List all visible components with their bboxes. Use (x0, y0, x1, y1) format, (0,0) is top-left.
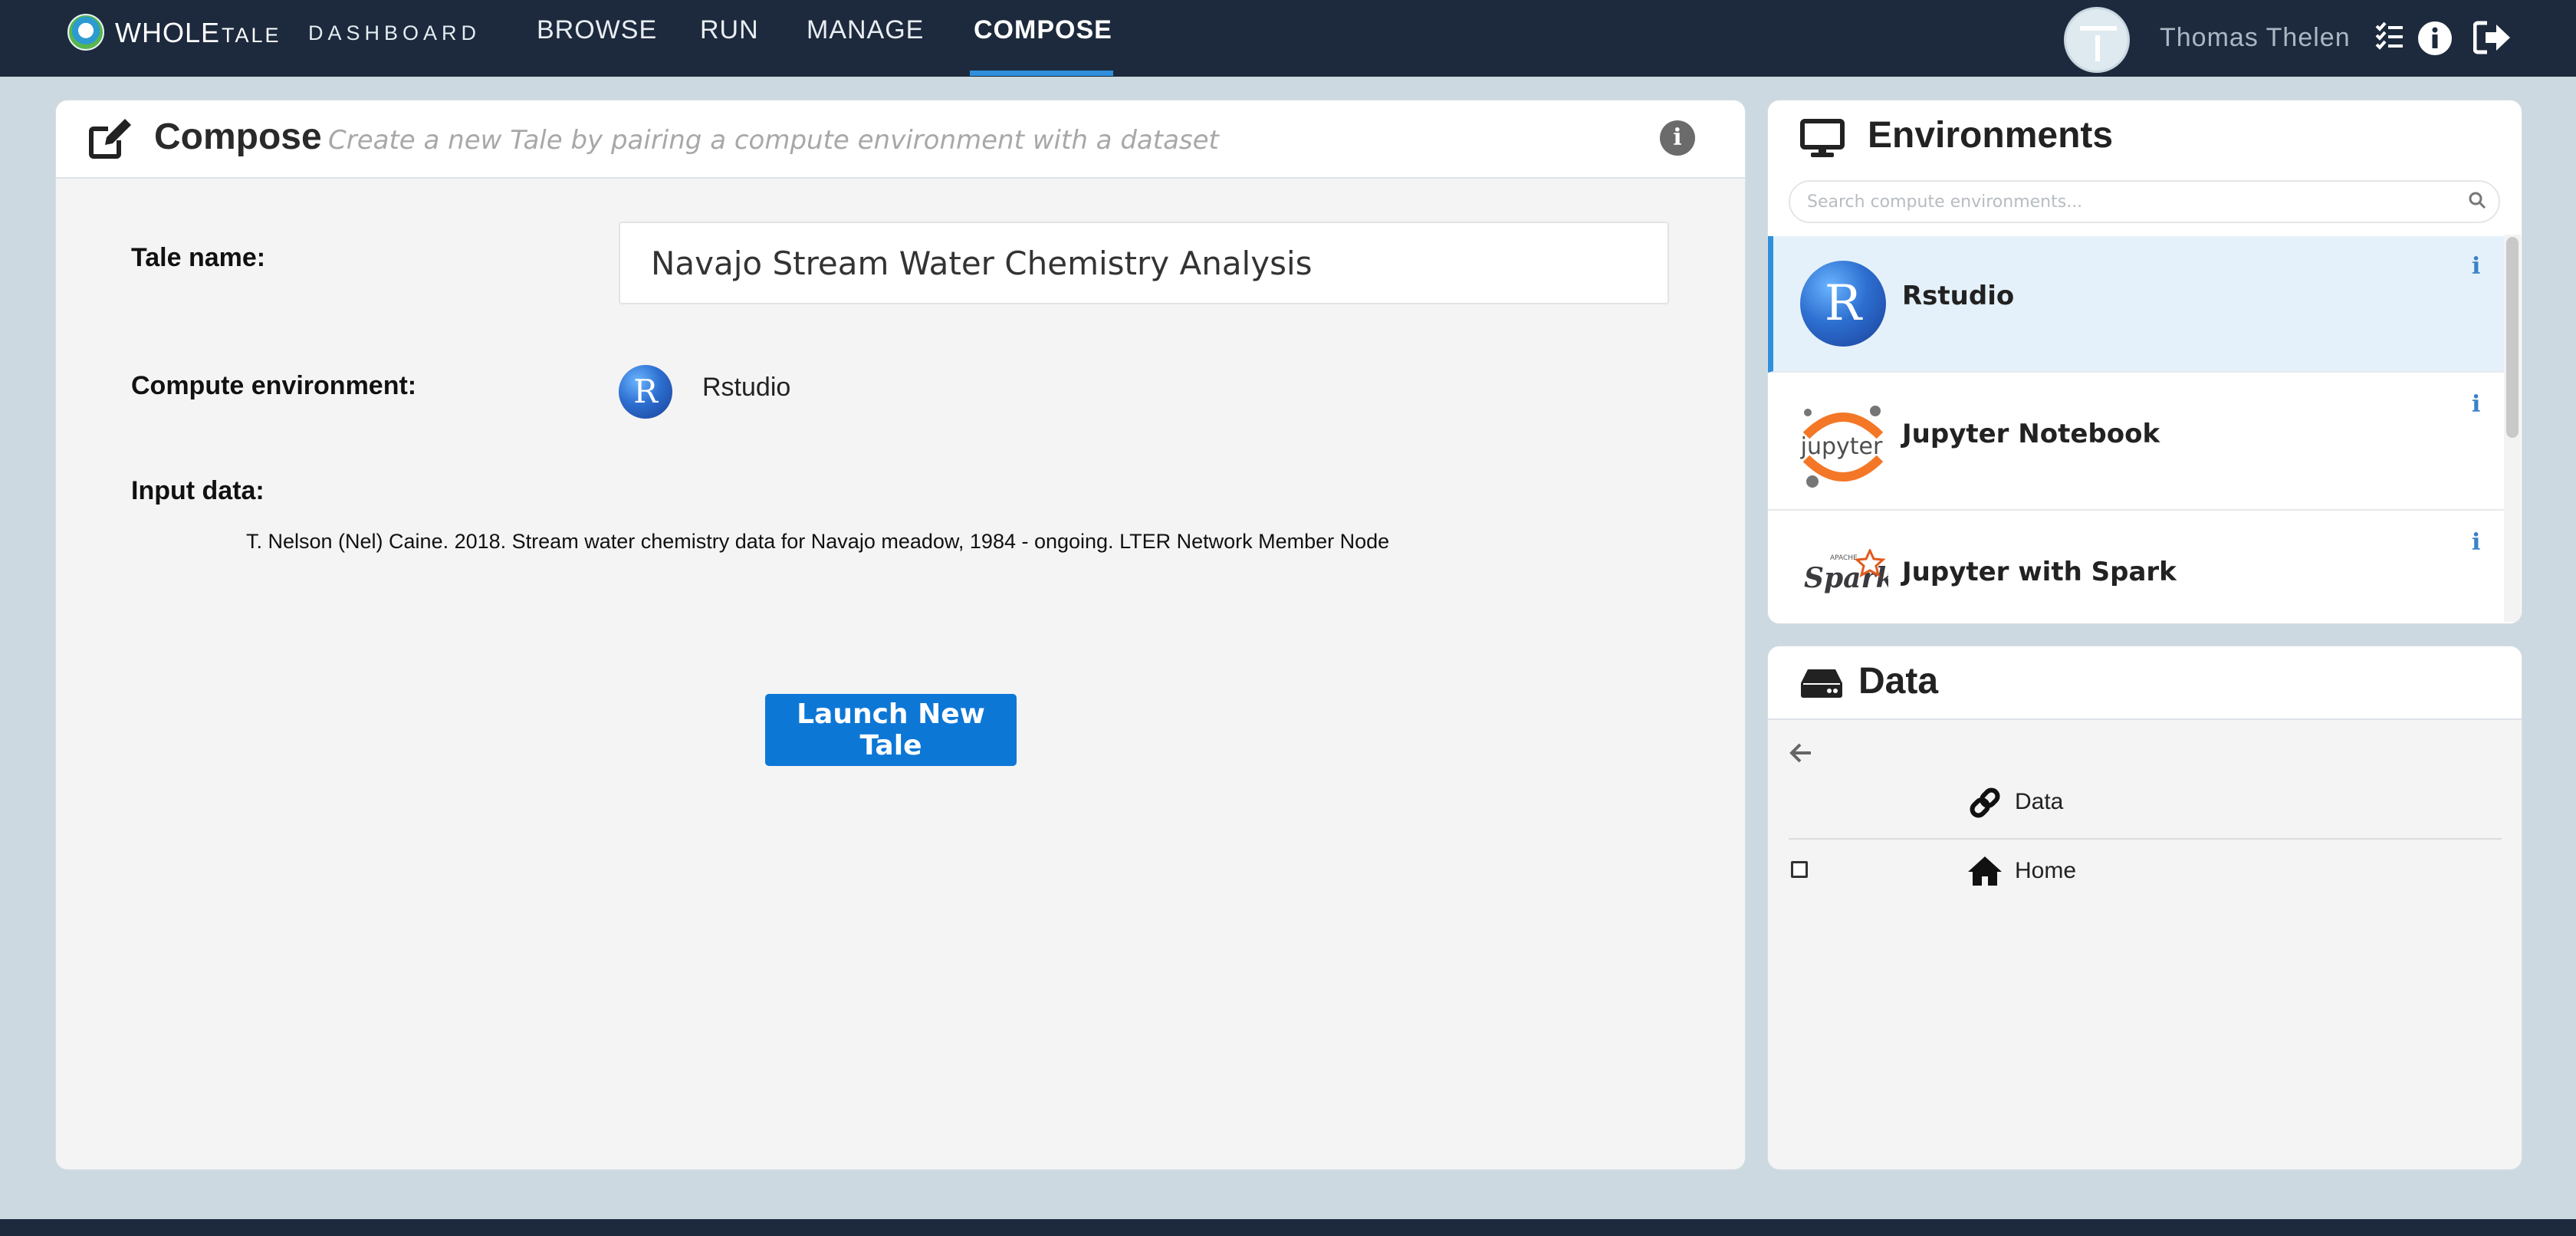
back-arrow-icon[interactable] (1789, 743, 1812, 763)
wholetale-logo-icon[interactable] (67, 14, 104, 51)
environment-info-icon[interactable]: i (2472, 391, 2480, 418)
environment-info-icon[interactable]: i (2472, 529, 2480, 556)
nav-compose[interactable]: COMPOSE (974, 15, 1112, 45)
link-icon (1970, 787, 2000, 818)
username[interactable]: Thomas Thelen (2160, 23, 2351, 53)
data-folder-label[interactable]: Data (2015, 789, 2063, 815)
jupyter-logo-icon: jupyter (1800, 406, 1884, 488)
compute-env-value: Rstudio (702, 373, 791, 402)
spark-logo-icon: APACHE Spark (1804, 549, 1888, 594)
nav-active-indicator (970, 71, 1113, 76)
avatar[interactable] (2064, 7, 2130, 73)
hard-drive-icon (1801, 669, 1842, 698)
data-title: Data (1858, 661, 1939, 702)
environments-title: Environments (1868, 115, 2114, 156)
edit-icon (89, 119, 131, 159)
compose-panel: Compose Create a new Tale by pairing a c… (55, 100, 1746, 1170)
nav-manage[interactable]: MANAGE (807, 15, 924, 45)
rstudio-icon: R (619, 365, 672, 419)
footer-bar (0, 1219, 2576, 1236)
rstudio-logo-icon: R (1800, 261, 1886, 347)
page-title: Compose (154, 117, 322, 157)
brand-dashboard[interactable]: DASHBOARD (308, 21, 481, 45)
environments-panel: Environments R Rstudio i jupyter Jupyter… (1767, 100, 2522, 624)
brand-tale: TALE (222, 24, 281, 47)
tale-name-label: Tale name: (131, 243, 266, 272)
spark-logo-small-text: APACHE (1830, 554, 1858, 562)
nav-run[interactable]: RUN (700, 15, 759, 45)
environment-search-input[interactable] (1789, 180, 2500, 223)
input-data-label: Input data: (131, 476, 264, 505)
home-checkbox[interactable] (1791, 861, 1808, 878)
environment-name: Jupyter with Spark (1902, 557, 2177, 587)
data-header: Data (1768, 646, 2522, 720)
compute-env-label: Compute environment: (131, 371, 417, 400)
search-icon[interactable] (2468, 191, 2486, 209)
data-panel: Data Data Home (1767, 646, 2522, 1170)
compose-info-icon[interactable]: i (1660, 120, 1695, 156)
logout-icon[interactable] (2473, 20, 2512, 55)
environment-list-scroll-thumb[interactable] (2506, 237, 2518, 438)
home-icon (1968, 856, 2002, 886)
launch-new-tale-button[interactable]: Launch New Tale (765, 694, 1017, 766)
jupyter-logo-text: jupyter (1800, 433, 1883, 460)
environment-item-jupyter[interactable]: jupyter Jupyter Notebook i (1768, 374, 2504, 511)
info-icon[interactable] (2417, 20, 2453, 57)
monitor-icon (1800, 119, 1845, 157)
compose-header: Compose Create a new Tale by pairing a c… (56, 100, 1745, 179)
home-folder-label[interactable]: Home (2015, 858, 2076, 884)
brand-name[interactable]: WHOLETALE (115, 17, 281, 49)
tasks-icon[interactable] (2375, 20, 2404, 51)
data-divider (1789, 838, 2502, 840)
nav-browse[interactable]: BROWSE (537, 15, 657, 45)
environment-name: Jupyter Notebook (1902, 419, 2160, 449)
tale-name-input[interactable] (619, 222, 1669, 304)
environment-info-icon[interactable]: i (2472, 253, 2480, 280)
brand-whole: WHOLE (115, 17, 221, 48)
environment-item-rstudio[interactable]: R Rstudio i (1768, 236, 2504, 373)
page-subtitle: Create a new Tale by pairing a compute e… (328, 125, 1219, 156)
environment-item-spark[interactable]: APACHE Spark Jupyter with Spark i (1768, 512, 2504, 623)
input-data-citation[interactable]: T. Nelson (Nel) Caine. 2018. Stream wate… (246, 530, 1389, 554)
top-navbar: WHOLETALE DASHBOARD BROWSE RUN MANAGE CO… (0, 0, 2576, 77)
environment-name: Rstudio (1902, 281, 2015, 311)
